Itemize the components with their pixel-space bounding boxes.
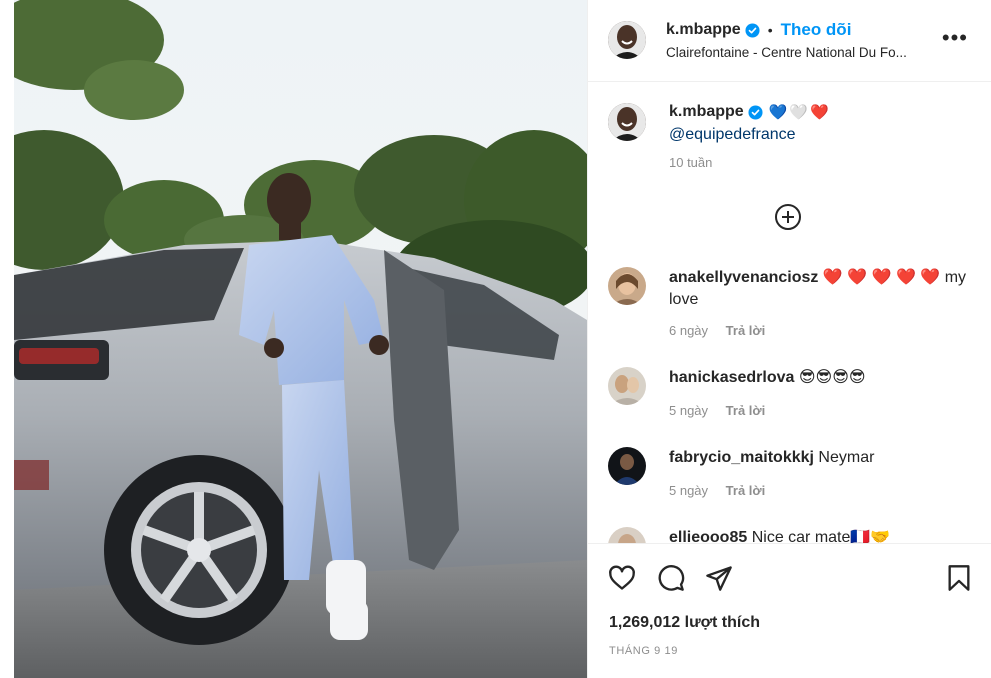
caption-time[interactable]: 10 tuần	[669, 155, 712, 170]
left-margin	[0, 0, 14, 678]
comment-username[interactable]: ellieooo85	[669, 529, 747, 543]
comment-icon[interactable]	[657, 564, 685, 592]
post-details-panel: k.mbappe • Theo dõi Clairefontaine - Cen…	[587, 0, 991, 678]
comment-time[interactable]: 5 ngày	[669, 403, 708, 418]
comment-time[interactable]: 6 ngày	[669, 323, 708, 338]
comment-item: hanickasedrlova 😎😎😎😎 5 ngày Trả lời	[588, 367, 991, 447]
comment-text-block: anakellyvenanciosz ❤️ ❤️ ❤️ ❤️ ❤️ my lov…	[669, 267, 969, 311]
caption-avatar-image	[608, 103, 646, 141]
comment-text-block: fabrycio_maitokkkj Neymar	[669, 447, 969, 469]
separator-dot: •	[767, 22, 773, 38]
comment-avatar-image	[608, 527, 646, 543]
share-icon[interactable]	[705, 564, 733, 592]
author-username[interactable]: k.mbappe	[666, 21, 741, 39]
header-user-row: k.mbappe • Theo dõi	[666, 20, 851, 40]
reply-button[interactable]: Trả lời	[726, 403, 766, 418]
post-location[interactable]: Clairefontaine - Centre National Du Fo..…	[666, 45, 946, 60]
likes-count[interactable]: 1,269,012 lượt thích	[609, 614, 760, 632]
reply-button[interactable]: Trả lời	[726, 483, 766, 498]
comment-username[interactable]: hanickasedrlova	[669, 369, 794, 386]
bookmark-icon[interactable]	[945, 564, 973, 592]
caption-hearts: 💙🤍❤️	[768, 104, 831, 121]
comment-username[interactable]: fabrycio_maitokkkj	[669, 449, 814, 466]
comment-meta: 5 ngày Trả lời	[669, 403, 765, 418]
comment-item: ellieooo85 Nice car mate🇫🇷🤝	[588, 527, 991, 543]
post-photo[interactable]	[14, 0, 587, 678]
post-actions: 1,269,012 lượt thích THÁNG 9 19	[588, 543, 991, 678]
heart-icon[interactable]	[608, 564, 636, 592]
post-date[interactable]: THÁNG 9 19	[609, 645, 678, 657]
comment-meta: 6 ngày Trả lời	[669, 323, 765, 338]
caption-line: k.mbappe 💙🤍❤️	[669, 103, 831, 121]
comment-text-block: hanickasedrlova 😎😎😎😎	[669, 367, 969, 389]
comment-text-block: ellieooo85 Nice car mate🇫🇷🤝	[669, 527, 969, 543]
comment-avatar-image	[608, 267, 646, 305]
comment-time[interactable]: 5 ngày	[669, 483, 708, 498]
comment-avatar[interactable]	[608, 527, 646, 543]
comment-avatar-image	[608, 367, 646, 405]
comment-text: Nice car mate🇫🇷🤝	[751, 529, 891, 543]
caption-username[interactable]: k.mbappe	[669, 103, 744, 121]
author-avatar[interactable]	[608, 21, 646, 59]
verified-icon	[748, 104, 763, 120]
add-comment-icon[interactable]	[774, 203, 802, 231]
comment-username[interactable]: anakellyvenanciosz	[669, 269, 818, 286]
more-options-icon[interactable]: •••	[942, 27, 968, 49]
caption-avatar[interactable]	[608, 103, 646, 141]
comment-avatar[interactable]	[608, 447, 646, 485]
comment-avatar[interactable]	[608, 367, 646, 405]
reply-button[interactable]: Trả lời	[726, 323, 766, 338]
comment-text: Neymar	[818, 449, 875, 466]
comment-avatar-image	[608, 447, 646, 485]
comment-text: 😎😎😎😎	[798, 369, 866, 386]
comment-item: anakellyvenanciosz ❤️ ❤️ ❤️ ❤️ ❤️ my lov…	[588, 267, 991, 347]
comments-section[interactable]: k.mbappe 💙🤍❤️ @equipedefrance 10 tuần an…	[588, 83, 991, 543]
verified-icon	[745, 22, 760, 38]
post-photo-illustration	[14, 0, 587, 678]
comment-item: fabrycio_maitokkkj Neymar 5 ngày Trả lời	[588, 447, 991, 527]
post-header: k.mbappe • Theo dõi Clairefontaine - Cen…	[588, 0, 991, 82]
comment-meta: 5 ngày Trả lời	[669, 483, 765, 498]
follow-button[interactable]: Theo dõi	[781, 20, 852, 40]
caption-mention-link[interactable]: @equipedefrance	[669, 126, 796, 144]
author-avatar-image	[608, 21, 646, 59]
comment-avatar[interactable]	[608, 267, 646, 305]
